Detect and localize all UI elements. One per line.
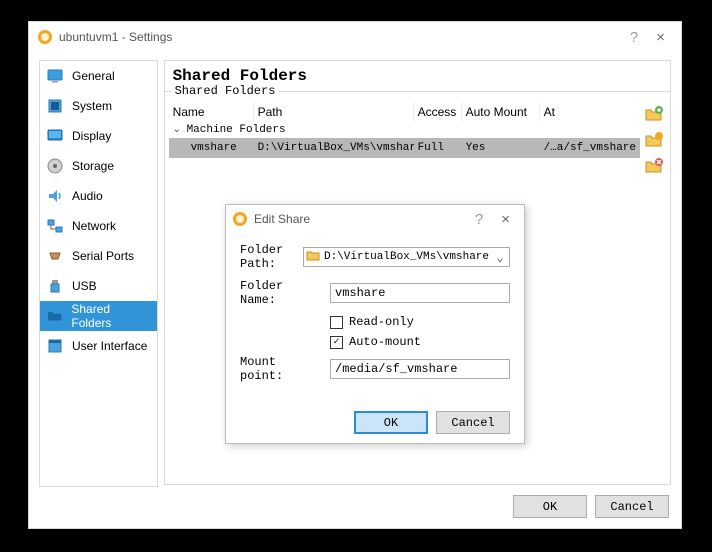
sidebar-item-label: Shared Folders <box>71 302 150 330</box>
dialog-titlebar: Edit Share ? × <box>226 205 524 233</box>
add-folder-button[interactable] <box>644 104 664 124</box>
dialog-ok-button[interactable]: OK <box>354 411 428 434</box>
group-name: Machine Folders <box>183 124 286 136</box>
sidebar-item-label: General <box>72 69 115 83</box>
folder-icon <box>46 307 63 325</box>
sidebar-item-label: Storage <box>72 159 114 173</box>
sidebar-item-label: Serial Ports <box>72 249 134 263</box>
edit-share-dialog: Edit Share ? × Folder Path: D:\VirtualBo… <box>225 204 525 444</box>
cell-path: D:\VirtualBox_VMs\vmshare <box>254 140 414 156</box>
network-icon <box>46 217 64 235</box>
folders-table: Name Path Access Auto Mount At ⌄ Machine… <box>169 102 640 176</box>
ok-button[interactable]: OK <box>513 495 587 518</box>
remove-folder-button[interactable] <box>644 156 664 176</box>
automount-label: Auto-mount <box>349 335 421 349</box>
usb-icon <box>46 277 64 295</box>
col-access[interactable]: Access <box>414 102 462 122</box>
sidebar-item-label: USB <box>72 279 97 293</box>
general-icon <box>46 67 64 85</box>
sidebar-item-label: User Interface <box>72 339 147 353</box>
dialog-body: Folder Path: D:\VirtualBox_VMs\vmshare ⌄… <box>226 233 524 401</box>
mount-point-label: Mount point: <box>240 355 324 383</box>
col-at[interactable]: At <box>540 102 640 122</box>
folder-name-label: Folder Name: <box>240 279 324 307</box>
cell-at: /…a/sf_vmshare <box>540 140 640 156</box>
audio-icon <box>46 187 64 205</box>
sidebar-item-system[interactable]: System <box>40 91 157 121</box>
dialog-close-button[interactable]: × <box>493 211 518 228</box>
dialog-footer: OK Cancel <box>226 401 524 444</box>
sidebar-item-general[interactable]: General <box>40 61 157 91</box>
sidebar: General System Display Storage Audio Net… <box>39 60 158 487</box>
window-footer: OK Cancel <box>29 487 681 526</box>
sidebar-item-label: Network <box>72 219 116 233</box>
sidebar-item-display[interactable]: Display <box>40 121 157 151</box>
table-row[interactable]: vmshare D:\VirtualBox_VMs\vmshare Full Y… <box>169 138 640 158</box>
folder-name-input[interactable] <box>330 283 510 303</box>
window-title: ubuntuvm1 - Settings <box>59 30 620 44</box>
readonly-checkbox[interactable] <box>330 316 343 329</box>
sidebar-item-label: Audio <box>72 189 103 203</box>
cancel-button[interactable]: Cancel <box>595 495 669 518</box>
chevron-down-icon: ⌄ <box>173 124 183 136</box>
sidebar-item-usb[interactable]: USB <box>40 271 157 301</box>
edit-folder-button[interactable] <box>644 130 664 150</box>
sidebar-item-serial[interactable]: Serial Ports <box>40 241 157 271</box>
sidebar-item-storage[interactable]: Storage <box>40 151 157 181</box>
sidebar-item-ui[interactable]: User Interface <box>40 331 157 361</box>
toolbar <box>644 102 666 176</box>
chevron-down-icon: ⌄ <box>493 250 507 265</box>
help-button[interactable]: ? <box>620 29 648 46</box>
app-icon <box>232 211 248 227</box>
dialog-cancel-button[interactable]: Cancel <box>436 411 510 434</box>
table-header: Name Path Access Auto Mount At <box>169 102 640 122</box>
cell-auto: Yes <box>462 140 540 156</box>
automount-checkbox[interactable]: ✓ <box>330 336 343 349</box>
folder-path-label: Folder Path: <box>240 243 297 271</box>
group-label: Shared Folders <box>171 84 280 98</box>
serial-icon <box>46 247 64 265</box>
dialog-title: Edit Share <box>254 212 465 226</box>
folder-path-value: D:\VirtualBox_VMs\vmshare <box>324 251 489 263</box>
system-icon <box>46 97 64 115</box>
cell-access: Full <box>414 140 462 156</box>
display-icon <box>46 127 64 145</box>
cell-name: vmshare <box>169 140 254 156</box>
close-button[interactable]: × <box>648 29 673 46</box>
folder-path-select[interactable]: D:\VirtualBox_VMs\vmshare ⌄ <box>303 247 510 267</box>
sidebar-item-network[interactable]: Network <box>40 211 157 241</box>
ui-icon <box>46 337 64 355</box>
mount-point-input[interactable] <box>330 359 510 379</box>
sidebar-item-shared-folders[interactable]: Shared Folders <box>40 301 157 331</box>
readonly-label: Read-only <box>349 315 414 329</box>
dialog-help-button[interactable]: ? <box>465 211 493 228</box>
app-icon <box>37 29 53 45</box>
sidebar-item-label: Display <box>72 129 111 143</box>
folder-icon <box>306 248 320 266</box>
sidebar-item-audio[interactable]: Audio <box>40 181 157 211</box>
col-auto[interactable]: Auto Mount <box>462 102 540 122</box>
col-path[interactable]: Path <box>254 102 414 122</box>
storage-icon <box>46 157 64 175</box>
col-name[interactable]: Name <box>169 102 254 122</box>
table-group-row[interactable]: ⌄ Machine Folders <box>169 122 640 138</box>
sidebar-item-label: System <box>72 99 112 113</box>
titlebar: ubuntuvm1 - Settings ? × <box>29 22 681 52</box>
